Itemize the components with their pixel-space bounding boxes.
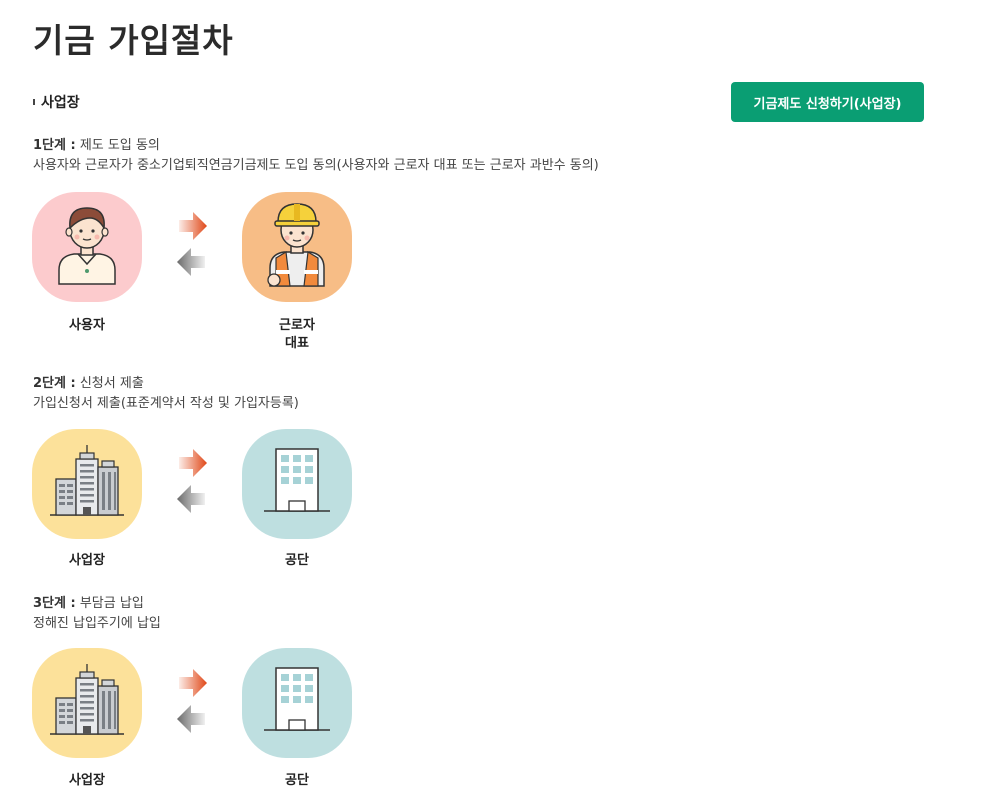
step-3-left-caption: 사업장	[69, 773, 105, 788]
step-2-left-caption: 사업장	[69, 553, 105, 568]
step-3-title: 3단계 : 부담금 납입	[33, 594, 144, 613]
step-1-right-caption: 근로자 대표	[242, 317, 352, 353]
step-1-description: 사용자와 근로자가 중소기업퇴직연금기금제도 도입 동의(사용자와 근로자 대표…	[33, 158, 599, 173]
employer-person-icon	[32, 192, 142, 302]
agency-building-icon	[242, 648, 352, 758]
workplace-buildings-icon	[32, 429, 142, 539]
step-1-left-caption: 사용자	[69, 318, 105, 333]
step-3-label: 3단계 :	[33, 596, 76, 611]
step-3-right-caption: 공단	[285, 773, 309, 788]
step-3-description: 정해진 납입주기에 납입	[33, 616, 161, 631]
section-label-text: 사업장	[41, 95, 80, 111]
section-bullet	[33, 99, 35, 105]
step-1-right-caption-line1: 근로자	[279, 318, 315, 333]
step-2-title: 2단계 : 신청서 제출	[33, 374, 144, 393]
agency-building-icon	[242, 429, 352, 539]
exchange-arrows-icon	[177, 449, 207, 513]
step-1-label: 1단계 :	[33, 138, 76, 153]
step-2-name: 신청서 제출	[79, 376, 144, 391]
step-2-description: 가입신청서 제출(표준계약서 작성 및 가입자등록)	[33, 396, 299, 411]
exchange-arrows-icon	[177, 212, 207, 276]
apply-workplace-button[interactable]: 기금제도 신청하기(사업장)	[731, 82, 924, 122]
exchange-arrows-icon	[177, 669, 207, 733]
step-1-name: 제도 도입 동의	[79, 138, 160, 153]
step-3-name: 부담금 납입	[79, 596, 144, 611]
page-title: 기금 가입절차	[33, 21, 234, 60]
workplace-buildings-icon	[32, 648, 142, 758]
worker-hardhat-icon	[242, 192, 352, 302]
step-2-label: 2단계 :	[33, 376, 76, 391]
step-2-right-caption: 공단	[285, 553, 309, 568]
step-1-title: 1단계 : 제도 도입 동의	[33, 136, 160, 155]
step-1-right-caption-line2: 대표	[285, 336, 309, 351]
section-label: 사업장	[33, 92, 80, 112]
